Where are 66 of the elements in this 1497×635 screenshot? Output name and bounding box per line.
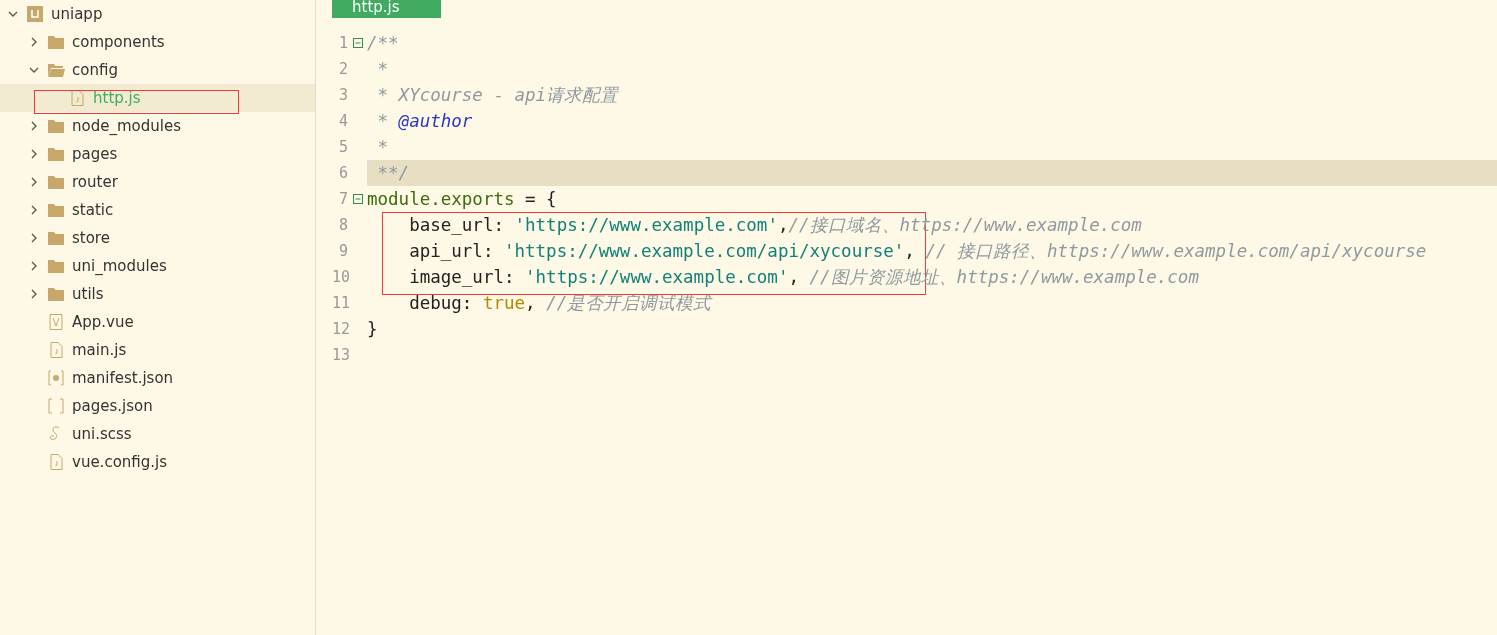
- chevron-icon[interactable]: [8, 9, 18, 19]
- folder-icon: [47, 145, 65, 163]
- brackets-icon: [47, 397, 65, 415]
- code-line: debug: true, //是否开启调试模式: [408, 292, 714, 315]
- line-number: 6: [337, 164, 348, 182]
- line-number: 7: [337, 190, 348, 208]
- line-number: 2: [337, 60, 348, 78]
- code-line: *: [376, 136, 390, 159]
- tree-item-label[interactable]: components: [72, 33, 165, 51]
- file-icon: [47, 341, 65, 359]
- tree-item-label[interactable]: manifest.json: [72, 369, 174, 387]
- tree-item-label[interactable]: pages.json: [72, 397, 153, 415]
- chevron-icon[interactable]: [29, 149, 39, 159]
- chevron-icon[interactable]: [29, 121, 39, 131]
- folder-icon: [47, 229, 65, 247]
- chevron-icon[interactable]: [29, 37, 39, 47]
- tree-item-label[interactable]: utils: [72, 285, 104, 303]
- settings-file-icon: [47, 369, 65, 387]
- tree-item-label[interactable]: store: [72, 229, 110, 247]
- folder-icon: [47, 285, 65, 303]
- chevron-icon[interactable]: [29, 233, 39, 243]
- line-number: 5: [337, 138, 348, 156]
- tree-item-label[interactable]: main.js: [72, 341, 127, 359]
- code-line: /**: [367, 32, 400, 55]
- chevron-icon[interactable]: [29, 65, 39, 75]
- code-line: * XYcourse - api请求配置: [376, 84, 620, 107]
- chevron-icon[interactable]: [29, 205, 39, 215]
- code-line: module.exports = {: [367, 188, 558, 211]
- chevron-icon[interactable]: [29, 177, 39, 187]
- line-number: 8: [337, 216, 348, 234]
- line-number: 11: [332, 294, 348, 312]
- tree-item-label[interactable]: uni_modules: [72, 257, 167, 275]
- line-number: 10: [332, 268, 348, 286]
- tree-item-label[interactable]: uni.scss: [72, 425, 132, 443]
- line-number: 4: [337, 112, 348, 130]
- project-icon: [26, 5, 44, 23]
- file-icon: [47, 453, 65, 471]
- folder-icon: [47, 33, 65, 51]
- folder-icon: [47, 117, 65, 135]
- line-number: 12: [332, 320, 348, 338]
- vue-file-icon: [47, 313, 65, 331]
- folder-icon: [47, 257, 65, 275]
- tree-item-label[interactable]: router: [72, 173, 118, 191]
- folder-icon: [47, 61, 65, 79]
- tree-item-label[interactable]: node_modules: [72, 117, 181, 135]
- folder-icon: [47, 201, 65, 219]
- tree-item-label[interactable]: uniapp: [51, 5, 103, 23]
- code-line: api_url: 'https://www.example.com/api/xycourse', // 接口路径、https://www.example.com/api/xycourse: [408, 240, 1428, 263]
- chevron-icon[interactable]: [29, 261, 39, 271]
- line-number: 3: [337, 86, 348, 104]
- line-number: 1: [337, 34, 348, 52]
- line-number: 13: [332, 346, 348, 364]
- fold-icon[interactable]: [352, 194, 363, 204]
- code-line: *: [376, 58, 390, 81]
- file-icon: [68, 89, 86, 107]
- tree-item-label[interactable]: config: [72, 61, 118, 79]
- tree-item-label[interactable]: pages: [72, 145, 118, 163]
- line-number: 9: [337, 242, 348, 260]
- folder-icon: [47, 173, 65, 191]
- tree-item-label[interactable]: static: [72, 201, 114, 219]
- code-line: }: [367, 318, 379, 341]
- fold-icon[interactable]: [352, 38, 363, 48]
- chevron-icon[interactable]: [29, 289, 39, 299]
- code-line: * @author: [376, 110, 474, 133]
- tree-item-label[interactable]: App.vue: [72, 313, 134, 331]
- tree-item-label[interactable]: vue.config.js: [72, 453, 168, 471]
